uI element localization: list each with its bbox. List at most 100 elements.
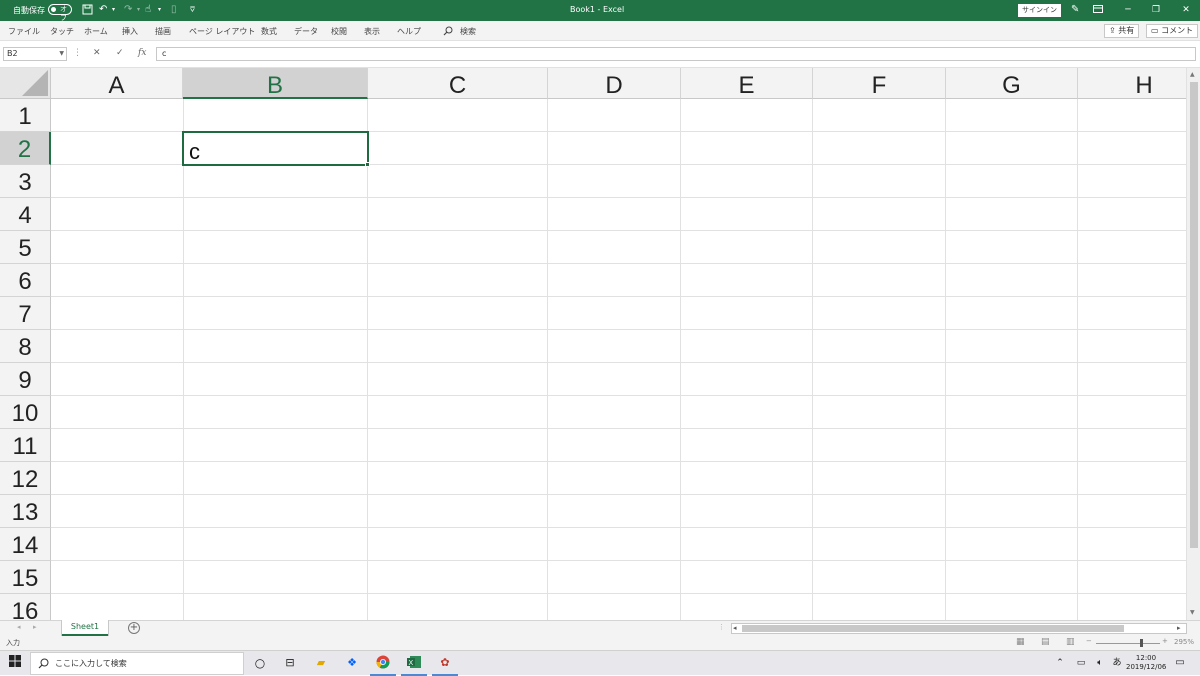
ribbon-display-icon[interactable] [1093, 4, 1103, 18]
cortana-icon[interactable]: ○ [252, 655, 268, 671]
new-file-icon[interactable]: ▯ [171, 4, 177, 16]
restore-button[interactable]: ❐ [1142, 0, 1170, 21]
tab-formulas[interactable]: 数式 [261, 26, 277, 37]
signin-button[interactable]: サインイン [1018, 4, 1061, 17]
scroll-down-icon[interactable]: ▼ [1190, 609, 1195, 616]
sheet-tab-sheet1[interactable]: Sheet1 [62, 620, 108, 636]
name-box[interactable]: B2 ▼ [3, 47, 67, 61]
row-header-12[interactable]: 12 [0, 462, 51, 495]
column-header-f[interactable]: F [813, 68, 946, 99]
row-header-5[interactable]: 5 [0, 231, 51, 264]
column-header-d[interactable]: D [548, 68, 681, 99]
save-icon[interactable] [82, 4, 93, 19]
formula-bar-resize-icon[interactable]: ⋮ [73, 48, 82, 58]
touch-mode-icon[interactable]: ☝ [145, 4, 151, 16]
redo-icon[interactable]: ↷ [124, 4, 132, 16]
fill-handle[interactable] [365, 162, 370, 167]
page-layout-view-icon[interactable]: ▤ [1041, 637, 1050, 647]
volume-icon[interactable]: 🔈︎ [1092, 655, 1108, 671]
windows-start-icon[interactable] [7, 655, 23, 671]
row-header-15[interactable]: 15 [0, 561, 51, 594]
redo-dropdown-icon[interactable]: ▾ [137, 4, 140, 16]
scroll-up-icon[interactable]: ▲ [1190, 71, 1195, 78]
confirm-entry-icon[interactable]: ✓ [116, 48, 124, 58]
row-header-2[interactable]: 2 [0, 132, 51, 165]
formula-input[interactable]: c [156, 47, 1196, 61]
column-header-h[interactable]: H [1078, 68, 1186, 99]
task-view-icon[interactable]: ⊟ [282, 655, 298, 671]
horizontal-scrollbar[interactable]: ◂ ▸ [731, 623, 1187, 634]
page-break-view-icon[interactable]: ▥ [1066, 637, 1075, 647]
vertical-scrollbar[interactable]: ▲ ▼ [1186, 68, 1200, 620]
comments-button[interactable]: ▭ コメント [1146, 24, 1199, 38]
insert-function-icon[interactable]: fx [138, 48, 146, 58]
undo-icon[interactable]: ↶ [99, 4, 107, 16]
zoom-out-icon[interactable]: − [1086, 637, 1092, 645]
tab-page-layout[interactable]: ページ レイアウト [189, 26, 255, 37]
zoom-in-icon[interactable]: + [1162, 637, 1168, 645]
notifications-icon[interactable]: ▭ [1172, 655, 1188, 671]
row-header-7[interactable]: 7 [0, 297, 51, 330]
taskbar-search-input[interactable]: ここに入力して検索 [30, 652, 244, 675]
column-header-g[interactable]: G [946, 68, 1078, 99]
select-all-corner[interactable] [0, 68, 51, 99]
customize-qat-icon[interactable]: ⩢ [190, 4, 195, 16]
tab-help[interactable]: ヘルプ [397, 26, 421, 37]
normal-view-icon[interactable]: ▦ [1016, 637, 1025, 647]
scroll-right-icon[interactable]: ▸ [1177, 624, 1181, 632]
touch-mode-dropdown-icon[interactable]: ▾ [158, 4, 161, 16]
share-button[interactable]: ⇪ 共有 [1104, 24, 1140, 38]
row-header-3[interactable]: 3 [0, 165, 51, 198]
device-icon[interactable]: ▭ [1073, 655, 1089, 671]
tab-home[interactable]: ホーム [84, 26, 108, 37]
dropbox-icon[interactable]: ❖ [344, 655, 360, 671]
column-header-e[interactable]: E [681, 68, 813, 99]
column-header-a[interactable]: A [51, 68, 183, 99]
tab-file[interactable]: ファイル [8, 26, 40, 37]
zoom-level[interactable]: 295% [1174, 638, 1194, 646]
column-header-c[interactable]: C [368, 68, 548, 99]
horizontal-scroll-thumb[interactable] [742, 625, 1124, 632]
paint-app-icon[interactable]: ✿ [437, 655, 453, 671]
autosave-toggle[interactable]: オフ [48, 4, 72, 22]
vertical-scroll-thumb[interactable] [1190, 82, 1198, 548]
row-header-4[interactable]: 4 [0, 198, 51, 231]
system-clock[interactable]: 12:00 2019/12/06 [1126, 654, 1166, 672]
pen-icon[interactable]: ✎ [1071, 4, 1079, 16]
chrome-icon[interactable] [375, 655, 391, 671]
row-header-11[interactable]: 11 [0, 429, 51, 462]
undo-dropdown-icon[interactable]: ▾ [112, 4, 115, 16]
row-header-10[interactable]: 10 [0, 396, 51, 429]
row-header-9[interactable]: 9 [0, 363, 51, 396]
tab-insert[interactable]: 挿入 [122, 26, 138, 37]
row-header-6[interactable]: 6 [0, 264, 51, 297]
minimize-button[interactable]: ─ [1114, 0, 1142, 21]
name-box-dropdown-icon[interactable]: ▼ [59, 48, 64, 60]
cancel-entry-icon[interactable]: ✕ [93, 48, 101, 58]
prev-sheet-icon[interactable]: ◂ [17, 623, 21, 631]
add-sheet-button[interactable]: + [128, 622, 140, 634]
excel-taskbar-icon[interactable]: X [406, 655, 422, 671]
search-icon[interactable] [443, 26, 453, 38]
close-button[interactable]: ✕ [1172, 0, 1200, 21]
scroll-left-icon[interactable]: ◂ [733, 624, 737, 632]
zoom-slider-track[interactable] [1096, 643, 1160, 644]
column-header-b[interactable]: B [183, 68, 368, 99]
tab-split-handle-icon[interactable]: ⋮ [718, 623, 725, 631]
tab-data[interactable]: データ [294, 26, 318, 37]
active-cell-b2[interactable]: c [182, 131, 369, 166]
row-header-1[interactable]: 1 [0, 99, 51, 132]
ime-indicator[interactable]: あ [1109, 655, 1125, 671]
row-header-16[interactable]: 16 [0, 594, 51, 620]
row-header-14[interactable]: 14 [0, 528, 51, 561]
tab-touch[interactable]: タッチ [50, 26, 74, 37]
row-header-8[interactable]: 8 [0, 330, 51, 363]
tab-review[interactable]: 校閲 [331, 26, 347, 37]
tell-me-search[interactable]: 検索 [460, 26, 476, 37]
row-header-13[interactable]: 13 [0, 495, 51, 528]
worksheet-grid[interactable]: A B C D E F G H 1 2 3 4 5 6 7 8 9 10 11 … [0, 68, 1186, 620]
next-sheet-icon[interactable]: ▸ [33, 623, 37, 631]
tab-draw[interactable]: 描画 [155, 26, 171, 37]
zoom-slider-thumb[interactable] [1140, 639, 1143, 647]
tab-view[interactable]: 表示 [364, 26, 380, 37]
